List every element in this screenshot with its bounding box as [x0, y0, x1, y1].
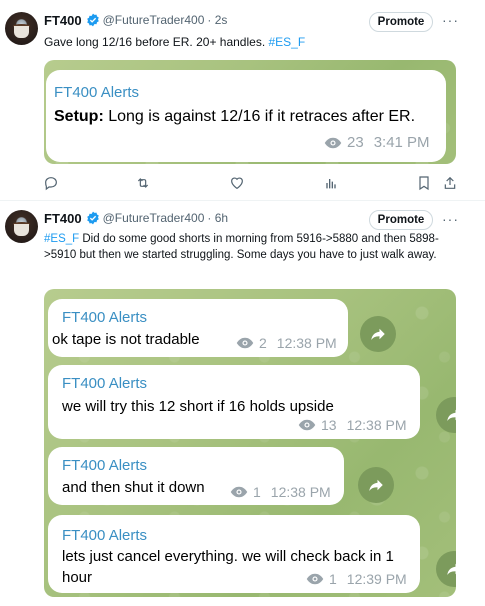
tweet-time[interactable]: · 2s — [207, 13, 227, 27]
bookmark-icon[interactable] — [416, 175, 432, 191]
author-handle[interactable]: @FutureTrader400 — [103, 13, 205, 27]
divider — [0, 200, 485, 201]
more-icon[interactable]: ··· — [442, 212, 458, 230]
promote-button[interactable]: Promote — [369, 210, 433, 230]
hashtag-link[interactable]: #ES_F — [44, 233, 79, 245]
message-sender: FT400 Alerts — [62, 527, 148, 544]
avatar[interactable] — [5, 12, 38, 45]
view-count: 13 — [321, 417, 337, 433]
message-sender: FT400 Alerts — [54, 84, 140, 101]
tweet-time[interactable]: · 6h — [207, 211, 228, 225]
eye-icon — [306, 573, 324, 585]
message-text: and then shut it down — [62, 479, 205, 496]
verified-badge-icon — [86, 211, 99, 225]
message-time: 3:41 PM — [373, 134, 430, 151]
tweet-text: Gave long 12/16 before ER. 20+ handles. … — [44, 34, 474, 50]
more-icon[interactable]: ··· — [442, 13, 458, 31]
like-icon[interactable] — [229, 175, 245, 191]
telegram-screenshot[interactable]: FT400 Alerts ok tape is not tradable 2 1… — [44, 289, 456, 597]
eye-icon — [324, 137, 342, 148]
message-meta: 1 12:38 PM — [230, 484, 331, 500]
share-arrow-icon[interactable] — [436, 397, 456, 433]
message-bubble: FT400 Alerts lets just cancel everything… — [48, 515, 420, 593]
view-count: 1 — [253, 484, 261, 500]
view-count: 1 — [329, 571, 337, 587]
verified-badge-icon — [86, 13, 99, 27]
eye-icon — [230, 486, 248, 498]
message-sender: FT400 Alerts — [62, 457, 148, 474]
share-arrow-icon[interactable] — [360, 316, 396, 352]
tweet-text: #ES_F Did do some good shorts in morning… — [44, 231, 469, 263]
message-text: Setup: Long is against 12/16 if it retra… — [54, 105, 424, 128]
message-bubble: FT400 Alerts Setup: Long is against 12/1… — [46, 70, 446, 162]
message-sender: FT400 Alerts — [62, 375, 148, 392]
avatar[interactable] — [5, 210, 38, 243]
reply-icon[interactable] — [43, 175, 59, 191]
author-handle[interactable]: @FutureTrader400 — [103, 211, 205, 225]
message-meta: 1 12:39 PM — [306, 571, 407, 587]
eye-icon — [298, 419, 316, 431]
views-icon[interactable] — [323, 175, 339, 191]
view-count: 2 — [259, 335, 267, 351]
message-meta: 23 3:41 PM — [324, 134, 430, 151]
share-arrow-icon[interactable] — [436, 551, 456, 587]
author-name[interactable]: FT400 — [44, 211, 82, 226]
tweet-header: FT400 @FutureTrader400 · 6h — [44, 209, 228, 227]
message-bubble: FT400 Alerts and then shut it down 1 12:… — [48, 447, 344, 505]
message-sender: FT400 Alerts — [62, 309, 148, 326]
share-arrow-icon[interactable] — [358, 467, 394, 503]
message-meta: 13 12:38 PM — [298, 417, 407, 433]
message-bubble: FT400 Alerts we will try this 12 short i… — [48, 365, 420, 439]
author-name[interactable]: FT400 — [44, 13, 82, 28]
message-meta: 2 12:38 PM — [236, 335, 337, 351]
tweet-actions — [0, 175, 485, 195]
message-time: 12:39 PM — [346, 571, 407, 587]
tweet-header: FT400 @FutureTrader400 · 2s — [44, 11, 227, 29]
retweet-icon[interactable] — [135, 175, 151, 191]
tweet[interactable]: FT400 @FutureTrader400 · 2s Promote ··· … — [0, 0, 485, 200]
share-icon[interactable] — [442, 175, 458, 191]
message-text: ok tape is not tradable — [52, 331, 200, 348]
promote-button[interactable]: Promote — [369, 12, 433, 32]
view-count: 23 — [347, 134, 364, 151]
telegram-screenshot[interactable]: FT400 Alerts Setup: Long is against 12/1… — [44, 60, 456, 164]
setup-text: Long is against 12/16 if it retraces aft… — [103, 108, 416, 125]
message-time: 12:38 PM — [346, 417, 407, 433]
tweet[interactable]: FT400 @FutureTrader400 · 6h Promote ··· … — [0, 203, 485, 606]
tweet-body: Did do some good shorts in morning from … — [44, 233, 439, 261]
setup-label: Setup: — [54, 108, 104, 125]
eye-icon — [236, 337, 254, 349]
message-text: we will try this 12 short if 16 holds up… — [62, 398, 334, 415]
hashtag-link[interactable]: #ES_F — [269, 35, 306, 49]
message-time: 12:38 PM — [270, 484, 331, 500]
message-time: 12:38 PM — [276, 335, 337, 351]
message-bubble: FT400 Alerts ok tape is not tradable 2 1… — [48, 299, 348, 357]
tweet-body: Gave long 12/16 before ER. 20+ handles. — [44, 35, 269, 49]
